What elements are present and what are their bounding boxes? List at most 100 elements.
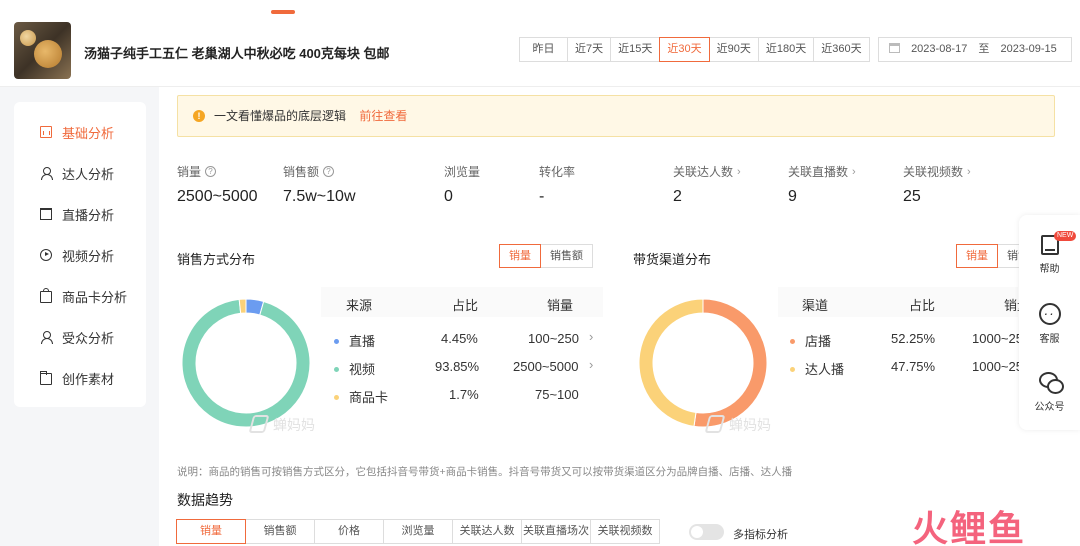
sidebar-item-live[interactable]: 直播分析 [40, 204, 114, 224]
tab-sales[interactable]: 销量 [176, 519, 246, 544]
date-picker[interactable]: 2023-08-17 至 2023-09-15 [878, 37, 1072, 62]
metric-value: 9 [788, 188, 797, 205]
tab-revenue[interactable]: 销售额 [245, 519, 315, 544]
metric-sales: 销量? 2500~5000 [177, 163, 258, 206]
chevron-right-icon: › [852, 165, 856, 178]
donut-slice-商品卡[interactable] [238, 298, 247, 314]
notice-banner: ! 一文看懂爆品的底层逻辑 前往查看 [177, 95, 1055, 137]
sidebar-item-label: 达人分析 [62, 166, 115, 182]
col-sales: 销量 [547, 298, 574, 313]
trend-tabs: 销量 销售额 价格 浏览量 关联达人数 关联直播场次 关联视频数 [176, 519, 660, 544]
sidebar-item-basic[interactable]: 基础分析 [40, 122, 114, 142]
metric-value: - [539, 188, 545, 205]
sidebar-item-video[interactable]: 视频分析 [40, 245, 114, 265]
range-15d[interactable]: 近15天 [610, 37, 661, 62]
col-share: 占比 [909, 298, 936, 313]
trend-title: 数据趋势 [177, 492, 233, 508]
top-indicator [271, 10, 295, 14]
row-name: 店播 [790, 331, 831, 350]
metric-value: 0 [444, 188, 453, 205]
date-range-group: 昨日 近7天 近15天 近30天 近90天 近180天 近360天 [519, 37, 870, 62]
sidebar-item-label: 视频分析 [62, 248, 115, 264]
row-name: 直播 [334, 331, 375, 350]
user-icon [40, 167, 53, 180]
product-thumbnail[interactable] [14, 22, 71, 79]
sidebar-item-label: 受众分析 [62, 330, 115, 346]
tab-linked-videos[interactable]: 关联视频数 [590, 519, 660, 544]
date-separator: 至 [978, 43, 990, 55]
metric-revenue: 销售额? 7.5w~10w [283, 163, 356, 206]
header: 汤猫子纯手工五仁 老巢湖人中秋必吃 400克每块 包邮 昨日 近7天 近15天 … [0, 0, 1080, 87]
metric-value: 25 [903, 188, 921, 205]
metric-label: 转化率 [539, 165, 576, 179]
legend-dot [334, 367, 339, 372]
toggle-sales[interactable]: 销量 [956, 244, 998, 268]
metric-value: 2500~5000 [177, 188, 258, 205]
question-icon[interactable]: ? [205, 166, 217, 177]
chevron-right-icon[interactable]: › [589, 357, 593, 372]
wechat-icon [1038, 371, 1064, 394]
multi-metric-switch[interactable] [689, 524, 724, 540]
toggle-sales[interactable]: 销量 [499, 244, 541, 268]
metric-linked-influencers[interactable]: 关联达人数 › 2 [673, 163, 741, 206]
channel-title: 带货渠道分布 [633, 252, 712, 267]
tab-linked-lives[interactable]: 关联直播场次 [521, 519, 591, 544]
col-share: 占比 [452, 298, 479, 313]
tab-linked-influencers[interactable]: 关联达人数 [452, 519, 522, 544]
watermark: 蝉妈妈 [248, 415, 315, 435]
date-end: 2023-09-15 [1000, 43, 1057, 55]
row-pct: 52.25% [891, 331, 936, 346]
corner-logo: 火鲤鱼 [912, 509, 1027, 546]
help-button[interactable]: 帮助 [1019, 235, 1080, 275]
service-button[interactable]: 客服 [1019, 303, 1080, 345]
warning-icon: ! [193, 110, 205, 122]
watermark-text: 蝉妈妈 [273, 417, 315, 433]
row-name-text: 视频 [349, 362, 376, 377]
metric-linked-videos[interactable]: 关联视频数 › 25 [903, 163, 971, 206]
sidebar-item-product-card[interactable]: 商品卡分析 [40, 286, 127, 306]
legend-dot [334, 395, 339, 400]
play-icon [40, 249, 52, 261]
donut-slice-达人播[interactable] [638, 298, 704, 427]
metric-label: 销售额 [283, 165, 320, 179]
range-360d[interactable]: 近360天 [813, 37, 870, 62]
watermark-logo-icon [704, 415, 726, 433]
metric-linked-lives[interactable]: 关联直播数 › 9 [788, 163, 856, 206]
range-30d[interactable]: 近30天 [659, 37, 710, 62]
row-pct: 1.7% [449, 387, 479, 402]
row-sales: 75~100 [535, 387, 579, 402]
range-90d[interactable]: 近90天 [708, 37, 759, 62]
donut-slice-店播[interactable] [693, 298, 768, 428]
question-icon[interactable]: ? [323, 166, 335, 177]
sidebar-item-materials[interactable]: 创作素材 [39, 368, 114, 388]
chevron-right-icon[interactable]: › [589, 329, 593, 344]
folder-icon [39, 371, 52, 385]
metric-label: 关联直播数 [788, 165, 849, 179]
range-yesterday[interactable]: 昨日 [519, 37, 568, 62]
watermark: 蝉妈妈 [704, 415, 771, 435]
tab-views[interactable]: 浏览量 [383, 519, 453, 544]
tab-price[interactable]: 价格 [314, 519, 384, 544]
legend-dot [790, 367, 795, 372]
row-name: 视频 [334, 359, 375, 378]
official-account-button[interactable]: 公众号 [1019, 371, 1080, 413]
sales-method-donut [181, 298, 311, 428]
metric-conversion: 转化率 - [539, 163, 575, 206]
metric-label: 销量 [177, 165, 202, 179]
sales-method-title: 销售方式分布 [177, 252, 256, 267]
sidebar-item-influencer[interactable]: 达人分析 [40, 163, 114, 183]
metric-value: 7.5w~10w [283, 188, 356, 205]
notice-link[interactable]: 前往查看 [359, 109, 407, 123]
sidebar-item-audience[interactable]: 受众分析 [40, 327, 114, 347]
metric-label: 关联达人数 [673, 165, 734, 179]
main-panel: ! 一文看懂爆品的底层逻辑 前往查看 销量? 2500~5000 销售额? 7.… [159, 87, 1080, 546]
legend-dot [334, 339, 339, 344]
toggle-revenue[interactable]: 销售额 [540, 244, 593, 268]
metric-value: 2 [673, 188, 682, 205]
chart-icon [40, 126, 52, 138]
donut-slice-视频[interactable] [181, 298, 311, 428]
bag-icon [40, 288, 52, 303]
floating-panel: 帮助 NEW 客服 公众号 [1019, 215, 1080, 430]
range-7d[interactable]: 近7天 [567, 37, 612, 62]
range-180d[interactable]: 近180天 [757, 37, 815, 62]
